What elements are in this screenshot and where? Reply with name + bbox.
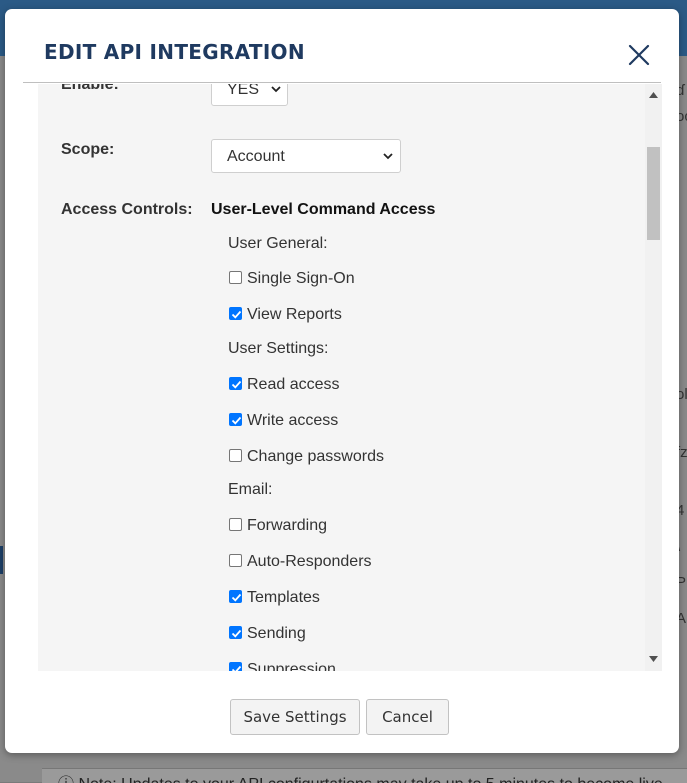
enable-select-value: YES: [227, 84, 260, 98]
checkbox-label: Auto-Responders: [247, 553, 372, 570]
access-controls-label: Access Controls:: [61, 201, 193, 218]
scrollbar-thumb[interactable]: [647, 147, 660, 240]
background-left-marker: [0, 546, 3, 574]
checkmark-icon: [231, 629, 242, 638]
group-label-user-settings: User Settings:: [228, 340, 329, 357]
checkbox-label: Templates: [247, 589, 320, 606]
enable-select[interactable]: YES: [211, 84, 288, 106]
background-note-text: ⓘ Note: Updates to your API configurtati…: [58, 770, 663, 783]
checkmark-icon: [231, 416, 242, 425]
dialog-title: EDIT API INTEGRATION: [44, 40, 305, 64]
chevron-down-icon: [383, 153, 393, 160]
checkbox[interactable]: [229, 662, 242, 671]
group-label-email: Email:: [228, 481, 273, 498]
checkbox-label: Write access: [247, 412, 339, 429]
chevron-down-icon: [271, 86, 281, 93]
settings-scroll-area[interactable]: Enable: YES Scope: Account Access Contro…: [38, 84, 662, 671]
checkbox-label: Suppression: [247, 661, 336, 671]
checkbox[interactable]: [229, 271, 242, 284]
checkbox[interactable]: [229, 518, 242, 531]
checkbox[interactable]: [229, 413, 242, 426]
checkbox[interactable]: [229, 449, 242, 462]
checkmark-icon: [231, 665, 242, 671]
scroll-up-arrow-icon[interactable]: [649, 92, 658, 98]
cancel-button[interactable]: Cancel: [366, 699, 449, 735]
close-icon: [628, 44, 650, 66]
scope-label: Scope:: [61, 141, 115, 158]
save-settings-button[interactable]: Save Settings: [230, 699, 360, 735]
checkbox[interactable]: [229, 626, 242, 639]
checkbox-label: Forwarding: [247, 517, 328, 534]
edit-api-integration-dialog: EDIT API INTEGRATION Enable: YES Scope: …: [5, 9, 679, 753]
checkbox[interactable]: [229, 377, 242, 390]
vertical-scrollbar[interactable]: [645, 84, 662, 671]
checkbox[interactable]: [229, 307, 242, 320]
checkmark-icon: [231, 310, 242, 319]
checkbox[interactable]: [229, 590, 242, 603]
scroll-down-arrow-icon[interactable]: [649, 656, 658, 662]
enable-label: Enable:: [61, 84, 119, 93]
section-title: User-Level Command Access: [211, 201, 436, 218]
checkbox-label: Single Sign-On: [247, 270, 355, 287]
checkbox-label: Read access: [247, 376, 340, 393]
checkbox[interactable]: [229, 554, 242, 567]
close-button[interactable]: [627, 43, 651, 67]
scope-select[interactable]: Account: [211, 139, 401, 173]
checkbox-label: View Reports: [247, 306, 342, 323]
checkbox-label: Change passwords: [247, 448, 384, 465]
group-label-user-general: User General:: [228, 235, 328, 252]
scope-select-value: Account: [227, 148, 285, 165]
checkmark-icon: [231, 593, 242, 602]
header-divider: [23, 82, 661, 83]
background-note-bar: ⓘ Note: Updates to your API configurtati…: [42, 768, 687, 783]
checkmark-icon: [231, 380, 242, 389]
checkbox-label: Sending: [247, 625, 306, 642]
